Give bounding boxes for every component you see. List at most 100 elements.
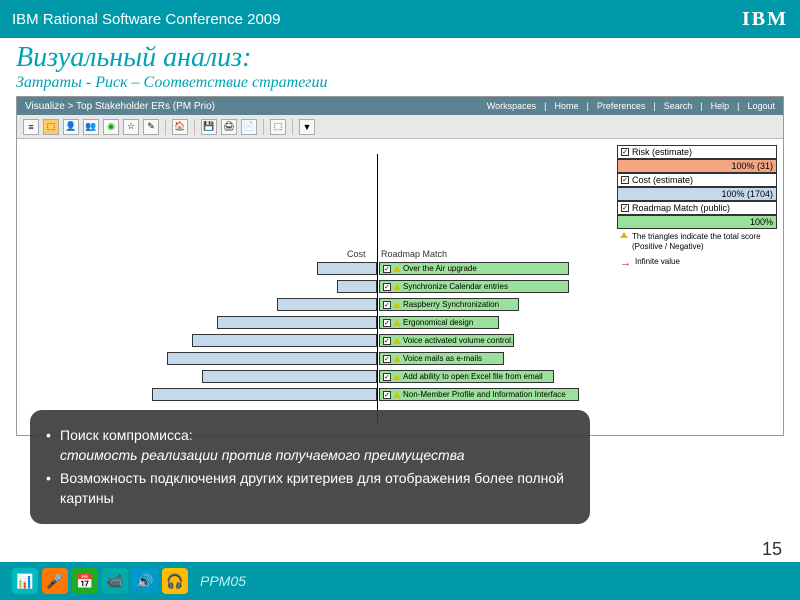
row-label[interactable]: ✓ Synchronize Calendar entries	[379, 280, 569, 293]
triangle-icon	[393, 356, 401, 362]
conference-header: IBM Rational Software Conference 2009 IB…	[0, 0, 800, 38]
breadcrumb: Visualize > Top Stakeholder ERs (PM Prio…	[25, 101, 215, 112]
tb-btn-11[interactable]: ⬚	[270, 119, 286, 135]
tb-btn-7[interactable]: ✎	[143, 119, 159, 135]
row-label[interactable]: ✓ Add ability to open Excel file from ema…	[379, 370, 554, 383]
footer-icon-6[interactable]: 🎧	[162, 568, 188, 594]
legend-risk-val: 100% (31)	[617, 159, 777, 173]
triangle-icon	[393, 302, 401, 308]
triangle-icon	[393, 284, 401, 290]
row-check-icon[interactable]: ✓	[383, 355, 391, 363]
footer-icon-4[interactable]: 📹	[102, 568, 128, 594]
axis-label-cost: Cost	[347, 249, 366, 259]
page-number: 15	[762, 539, 782, 560]
triangle-icon	[393, 374, 401, 380]
nav-home[interactable]: Home	[555, 101, 579, 111]
chart: Cost Roadmap Match ✓ Over the Air upgrade…	[147, 154, 577, 424]
nav-search[interactable]: Search	[664, 101, 693, 111]
row-text: Raspberry Synchronization	[403, 300, 499, 309]
app-screenshot: Visualize > Top Stakeholder ERs (PM Prio…	[16, 96, 784, 436]
legend-cost-val: 100% (1704)	[617, 187, 777, 201]
nav-workspaces[interactable]: Workspaces	[487, 101, 536, 111]
bar-cost	[192, 334, 377, 347]
footer-icon-2[interactable]: 🎤	[42, 568, 68, 594]
triangle-icon	[393, 320, 401, 326]
row-label[interactable]: ✓ Non-Member Profile and Information Inte…	[379, 388, 579, 401]
tb-sep-2	[194, 119, 195, 135]
callout-bullet-2: Возможность подключения других критериев…	[46, 469, 574, 508]
row-text: Synchronize Calendar entries	[403, 282, 508, 291]
legend-roadmap-val: 100%	[617, 215, 777, 229]
slide-subtitle: Затраты - Риск – Соответствие стратегии	[0, 74, 800, 96]
legend-cost: ✓Cost (estimate)	[617, 173, 777, 187]
bar-cost	[317, 262, 377, 275]
tb-sep-1	[165, 119, 166, 135]
row-label[interactable]: ✓ Over the Air upgrade	[379, 262, 569, 275]
axis-label-roadmap: Roadmap Match	[381, 249, 447, 259]
footer-icon-5[interactable]: 🔊	[132, 568, 158, 594]
tb-btn-10[interactable]: 📄	[241, 119, 257, 135]
nav-help[interactable]: Help	[711, 101, 730, 111]
legend-note-infinite: →Infinite value	[617, 254, 777, 273]
footer-bar: 📊 🎤 📅 📹 🔊 🎧 PPM05	[0, 562, 800, 600]
row-check-icon[interactable]: ✓	[383, 301, 391, 309]
triangle-icon	[393, 392, 401, 398]
callout-box: Поиск компромисса: стоимость реализации …	[30, 410, 590, 524]
legend-risk: ✓Risk (estimate)	[617, 145, 777, 159]
legend-cost-check[interactable]: ✓	[621, 176, 629, 184]
row-text: Over the Air upgrade	[403, 264, 477, 273]
tb-btn-6[interactable]: ☆	[123, 119, 139, 135]
tb-btn-print[interactable]: 🖨	[221, 119, 237, 135]
row-check-icon[interactable]: ✓	[383, 265, 391, 273]
tb-sep-4	[292, 119, 293, 135]
tb-btn-5[interactable]: ◉	[103, 119, 119, 135]
row-check-icon[interactable]: ✓	[383, 319, 391, 327]
footer-icon-3[interactable]: 📅	[72, 568, 98, 594]
tb-sep-3	[263, 119, 264, 135]
bar-cost	[167, 352, 377, 365]
tb-btn-3[interactable]: 👤	[63, 119, 79, 135]
row-label[interactable]: ✓Voice activated volume control.	[379, 334, 514, 347]
footer-icon-1[interactable]: 📊	[12, 568, 38, 594]
bar-cost	[202, 370, 377, 383]
bar-cost	[217, 316, 377, 329]
legend-note-triangles: The triangles indicate the total score (…	[617, 229, 777, 254]
legend-risk-check[interactable]: ✓	[621, 148, 629, 156]
ibm-logo: IBM	[742, 8, 788, 31]
nav-preferences[interactable]: Preferences	[597, 101, 646, 111]
row-text: Voice mails as e-mails	[403, 354, 482, 363]
tb-btn-2[interactable]: ⬚	[43, 119, 59, 135]
row-label[interactable]: ✓ Voice mails as e-mails	[379, 352, 504, 365]
row-label[interactable]: ✓ Raspberry Synchronization	[379, 298, 519, 311]
arrow-icon: →	[620, 257, 631, 270]
breadcrumb-bar: Visualize > Top Stakeholder ERs (PM Prio…	[17, 97, 783, 115]
legend-roadmap-check[interactable]: ✓	[621, 204, 629, 212]
session-code: PPM05	[200, 573, 246, 589]
bar-cost	[277, 298, 377, 311]
tb-btn-1[interactable]: ≡	[23, 119, 39, 135]
triangle-icon	[620, 232, 628, 238]
row-label[interactable]: ✓ Ergonomical design	[379, 316, 499, 329]
tb-btn-save[interactable]: 💾	[201, 119, 217, 135]
tb-btn-8[interactable]: 🏠	[172, 119, 188, 135]
row-check-icon[interactable]: ✓	[383, 337, 391, 345]
app-toolbar: ≡ ⬚ 👤 👥 ◉ ☆ ✎ 🏠 💾 🖨 📄 ⬚ ▼	[17, 115, 783, 139]
nav-logout[interactable]: Logout	[747, 101, 775, 111]
row-text: Add ability to open Excel file from emai…	[403, 372, 543, 381]
y-axis	[377, 154, 378, 424]
chart-canvas: Cost Roadmap Match ✓ Over the Air upgrade…	[17, 139, 783, 435]
triangle-icon	[393, 266, 401, 272]
callout-bullet-1: Поиск компромисса: стоимость реализации …	[46, 426, 574, 465]
app-nav: Workspaces| Home| Preferences| Search| H…	[487, 101, 775, 111]
row-text: Non-Member Profile and Information Inter…	[403, 390, 566, 399]
tb-btn-filter[interactable]: ▼	[299, 119, 315, 135]
row-check-icon[interactable]: ✓	[383, 283, 391, 291]
row-text: Ergonomical design	[403, 318, 473, 327]
tb-btn-4[interactable]: 👥	[83, 119, 99, 135]
row-check-icon[interactable]: ✓	[383, 391, 391, 399]
triangle-icon	[393, 338, 401, 344]
conference-title: IBM Rational Software Conference 2009	[12, 11, 280, 28]
legend-roadmap: ✓Roadmap Match (public)	[617, 201, 777, 215]
legend: ✓Risk (estimate) 100% (31) ✓Cost (estima…	[617, 145, 777, 273]
row-check-icon[interactable]: ✓	[383, 373, 391, 381]
